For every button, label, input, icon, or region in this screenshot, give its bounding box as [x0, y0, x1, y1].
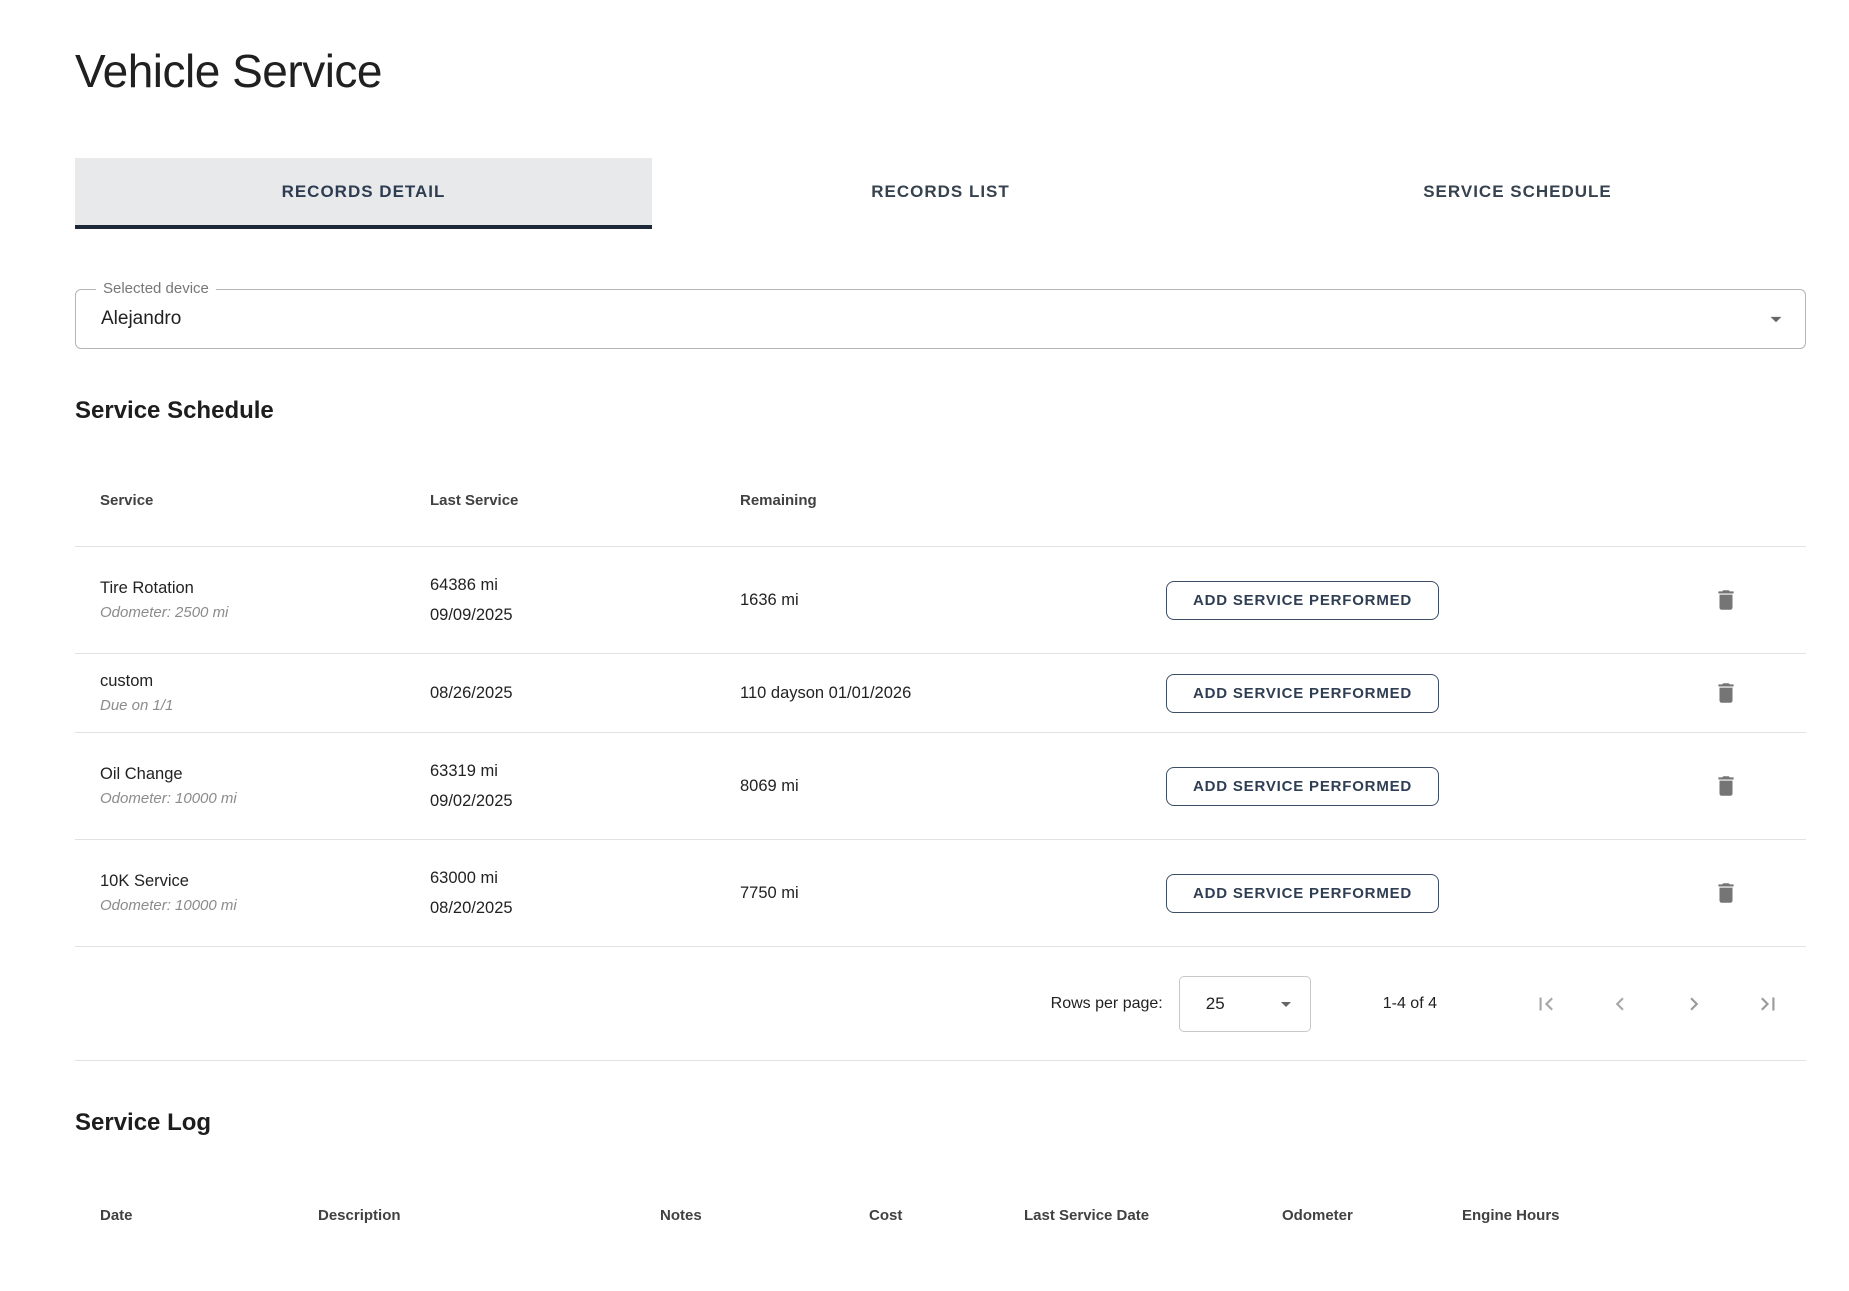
tab-records-detail[interactable]: RECORDS DETAIL: [75, 158, 652, 229]
table-row: Tire Rotation Odometer: 2500 mi 64386 mi…: [75, 547, 1806, 654]
remaining-value: 8069 mi: [740, 777, 1070, 796]
service-log-heading: Service Log: [75, 1109, 1806, 1137]
first-page-icon[interactable]: [1533, 991, 1559, 1017]
service-schedule-table: Service Last Service Remaining Tire Rota…: [75, 425, 1806, 947]
last-service-value: 64386 mi: [430, 570, 740, 600]
pager-buttons: [1485, 991, 1781, 1017]
service-name: 10K Service: [100, 868, 430, 894]
device-select[interactable]: Selected device Alejandro: [75, 289, 1806, 349]
tab-records-detail-label: RECORDS DETAIL: [282, 182, 446, 202]
column-header-service: Service: [100, 492, 430, 509]
service-name: custom: [100, 668, 430, 694]
add-service-performed-button[interactable]: ADD SERVICE PERFORMED: [1166, 581, 1439, 620]
tab-records-list[interactable]: RECORDS LIST: [652, 158, 1229, 229]
service-subtitle: Odometer: 10000 mi: [100, 894, 430, 918]
delete-icon[interactable]: [1707, 674, 1745, 712]
tab-bar: RECORDS DETAIL RECORDS LIST SERVICE SCHE…: [75, 158, 1806, 229]
last-service-date: 08/20/2025: [430, 893, 740, 923]
column-header-remaining: Remaining: [740, 492, 1070, 509]
column-header-odometer: Odometer: [1282, 1207, 1462, 1224]
service-log-header-row: Date Description Notes Cost Last Service…: [75, 1207, 1806, 1224]
add-service-performed-button[interactable]: ADD SERVICE PERFORMED: [1166, 874, 1439, 913]
previous-page-icon[interactable]: [1607, 991, 1633, 1017]
service-name: Tire Rotation: [100, 575, 430, 601]
column-header-cost: Cost: [869, 1207, 1024, 1224]
delete-icon[interactable]: [1707, 767, 1745, 805]
service-schedule-heading: Service Schedule: [75, 397, 1806, 425]
next-page-icon[interactable]: [1681, 991, 1707, 1017]
column-header-engine-hours: Engine Hours: [1462, 1207, 1781, 1224]
column-header-last-service: Last Service: [430, 492, 740, 509]
column-header-date: Date: [100, 1207, 318, 1224]
service-name: Oil Change: [100, 761, 430, 787]
device-select-value: Alejandro: [76, 308, 181, 330]
last-service-value: 63319 mi: [430, 756, 740, 786]
remaining-value: 7750 mi: [740, 884, 1070, 903]
vehicle-service-page: Vehicle Service RECORDS DETAIL RECORDS L…: [0, 44, 1849, 1224]
service-subtitle: Odometer: 10000 mi: [100, 787, 430, 811]
add-service-performed-button[interactable]: ADD SERVICE PERFORMED: [1166, 767, 1439, 806]
service-subtitle: Odometer: 2500 mi: [100, 601, 430, 625]
table-row: 10K Service Odometer: 10000 mi 63000 mi …: [75, 840, 1806, 947]
last-service-value: 08/26/2025: [430, 678, 740, 708]
column-header-last-service-date: Last Service Date: [1024, 1207, 1282, 1224]
rows-per-page-value: 25: [1180, 994, 1225, 1014]
last-service-date: 09/09/2025: [430, 600, 740, 630]
service-subtitle: Due on 1/1: [100, 694, 430, 718]
delete-icon[interactable]: [1707, 874, 1745, 912]
table-row: custom Due on 1/1 08/26/2025 110 dayson …: [75, 654, 1806, 733]
service-schedule-rows: Tire Rotation Odometer: 2500 mi 64386 mi…: [75, 547, 1806, 947]
rows-per-page-label: Rows per page:: [1051, 995, 1163, 1013]
dropdown-arrow-icon: [1763, 306, 1789, 332]
rows-per-page-select[interactable]: 25: [1179, 976, 1311, 1032]
rows-per-page-arrow-icon: [1274, 992, 1298, 1016]
pagination-range-label: 1-4 of 4: [1383, 995, 1437, 1013]
add-service-performed-button[interactable]: ADD SERVICE PERFORMED: [1166, 674, 1439, 713]
last-service-value: 63000 mi: [430, 863, 740, 893]
tab-service-schedule-label: SERVICE SCHEDULE: [1423, 182, 1612, 202]
pagination-bar: Rows per page: 25 1-4 of 4: [75, 947, 1806, 1061]
last-page-icon[interactable]: [1755, 991, 1781, 1017]
table-row: Oil Change Odometer: 10000 mi 63319 mi 0…: [75, 733, 1806, 840]
remaining-value: 110 dayson 01/01/2026: [740, 684, 1070, 703]
tab-service-schedule[interactable]: SERVICE SCHEDULE: [1229, 158, 1806, 229]
service-schedule-header-row: Service Last Service Remaining: [75, 425, 1806, 547]
delete-icon[interactable]: [1707, 581, 1745, 619]
tab-records-list-label: RECORDS LIST: [871, 182, 1010, 202]
column-header-description: Description: [318, 1207, 660, 1224]
page-title: Vehicle Service: [75, 44, 1806, 98]
column-header-notes: Notes: [660, 1207, 869, 1224]
remaining-value: 1636 mi: [740, 591, 1070, 610]
last-service-date: 09/02/2025: [430, 786, 740, 816]
device-select-label: Selected device: [96, 280, 216, 297]
